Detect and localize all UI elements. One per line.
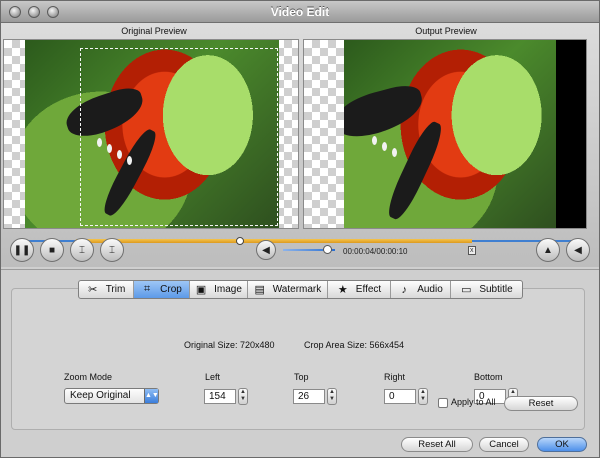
crop-rectangle[interactable]: [80, 48, 278, 226]
watermark-icon: ▤: [254, 284, 265, 296]
left-input[interactable]: 154: [204, 389, 236, 404]
subtitle-icon: ▭: [461, 284, 472, 296]
volume-button[interactable]: ◀: [256, 240, 276, 260]
tab-watermark[interactable]: ▤ Watermark: [248, 281, 328, 298]
flip-vertical-icon: ▲: [543, 244, 553, 256]
tab-label: Subtitle: [479, 284, 513, 295]
left-label: Left: [205, 372, 221, 382]
flip-vertical-button[interactable]: ▲: [536, 238, 560, 262]
tab-effect[interactable]: ★ Effect: [328, 281, 391, 298]
tab-label: Image: [214, 284, 242, 295]
tab-trim[interactable]: ✂ Trim: [79, 281, 134, 298]
mark-out-icon: ⌶: [109, 244, 115, 256]
preview-area: Original Preview Output Preview x: [1, 23, 599, 267]
zoom-mode-value: Keep Original: [70, 390, 131, 401]
stop-button[interactable]: ■: [40, 238, 64, 262]
edit-tabs: ✂ Trim ⌗ Crop ▣ Image ▤ Watermark ★ Effe…: [78, 280, 523, 299]
chevron-updown-icon: ▲▼: [144, 389, 159, 403]
tab-subtitle[interactable]: ▭ Subtitle: [451, 281, 522, 298]
crop-reset-button[interactable]: Reset: [504, 396, 578, 411]
wing-spot: [372, 136, 377, 145]
right-stepper[interactable]: ▲ ▼: [418, 388, 428, 405]
volume-knob[interactable]: [323, 245, 333, 254]
mark-in-icon: ⌶: [79, 244, 85, 256]
crop-area-size-label: Crop Area Size: 566x454: [304, 340, 405, 350]
flip-horizontal-button[interactable]: ◀: [566, 238, 590, 262]
title-bar: Video Edit: [1, 1, 599, 23]
music-note-icon: ♪: [401, 283, 407, 296]
top-input[interactable]: 26: [293, 389, 325, 404]
bottom-label: Bottom: [474, 372, 503, 382]
letterbox-bar: [556, 40, 586, 228]
output-preview: [303, 39, 587, 229]
tab-label: Crop: [160, 284, 182, 295]
mark-out-button[interactable]: ⌶: [100, 238, 124, 262]
right-input[interactable]: 0: [384, 389, 416, 404]
output-preview-image: [344, 40, 556, 228]
scissors-icon: ✂: [88, 284, 98, 296]
pause-icon: ❚❚: [13, 244, 31, 256]
top-stepper[interactable]: ▲ ▼: [327, 388, 337, 405]
right-label: Right: [384, 372, 406, 382]
original-size-label: Original Size: 720x480: [184, 340, 275, 350]
window-title: Video Edit: [270, 5, 330, 19]
image-icon: ▣: [195, 284, 207, 296]
tab-image[interactable]: ▣ Image: [190, 281, 248, 298]
mark-in-button[interactable]: ⌶: [70, 238, 94, 262]
original-preview: [3, 39, 299, 229]
tab-crop[interactable]: ⌗ Crop: [134, 281, 190, 298]
time-display: 00:00:04/00:00:10: [343, 247, 408, 256]
crop-icon: ⌗: [144, 283, 151, 295]
butterfly-wing: [344, 81, 428, 143]
zoom-mode-label: Zoom Mode: [64, 372, 113, 382]
apply-to-all-label: Apply to All: [451, 397, 496, 407]
tab-label: Watermark: [272, 284, 322, 295]
pause-button[interactable]: ❚❚: [10, 238, 34, 262]
tab-label: Effect: [355, 284, 382, 295]
video-edit-window: Video Edit Original Preview Output Previ…: [0, 0, 600, 458]
speaker-icon: ◀: [262, 244, 270, 256]
playback-controls: ❚❚ ■ ⌶ ⌶ ◀ 00:00:04/00:00:10 ▲ ◀: [1, 235, 599, 267]
flip-horizontal-icon: ◀: [574, 244, 582, 256]
apply-to-all-checkbox[interactable]: [438, 398, 448, 408]
output-preview-label: Output Preview: [415, 26, 477, 36]
wing-spot: [392, 148, 397, 157]
reset-all-button[interactable]: Reset All: [401, 437, 473, 452]
cancel-button[interactable]: Cancel: [479, 437, 529, 452]
tab-label: Audio: [417, 284, 443, 295]
settings-area: Original Size: 720x480 Crop Area Size: 5…: [1, 270, 599, 457]
star-icon: ★: [337, 284, 348, 296]
left-stepper[interactable]: ▲ ▼: [238, 388, 248, 405]
top-label: Top: [294, 372, 309, 382]
butterfly-body: [382, 118, 448, 223]
zoom-mode-select[interactable]: Keep Original ▲▼: [64, 388, 159, 404]
stop-icon: ■: [48, 244, 56, 256]
tab-audio[interactable]: ♪ Audio: [391, 281, 451, 298]
original-preview-label: Original Preview: [121, 26, 187, 36]
crop-panel: Original Size: 720x480 Crop Area Size: 5…: [11, 288, 585, 430]
tab-label: Trim: [105, 284, 126, 295]
ok-button[interactable]: OK: [537, 437, 587, 452]
wing-spot: [382, 142, 387, 151]
